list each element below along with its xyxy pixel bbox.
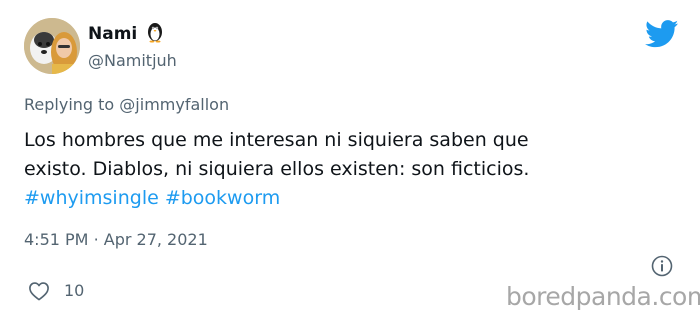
display-name[interactable]: Nami — [88, 24, 137, 44]
replying-to: Replying to @jimmyfallon — [24, 95, 229, 114]
reply-mention-link[interactable]: @jimmyfallon — [119, 95, 229, 114]
timestamp-separator: · — [93, 230, 99, 249]
tweet-text: Los hombres que me interesan ni siquiera… — [24, 126, 664, 213]
replying-to-label: Replying to — [24, 95, 115, 114]
tweet-hashtags: #whyimsingle #bookworm — [24, 184, 664, 213]
info-icon[interactable] — [651, 255, 673, 277]
tweet-text-line-2: existo. Diablos, ni siquiera ellos exist… — [24, 158, 530, 180]
tweet-time: 4:51 PM — [24, 230, 89, 249]
tweet-timestamp[interactable]: 4:51 PM · Apr 27, 2021 — [24, 230, 208, 249]
penguin-emoji-icon — [148, 23, 162, 43]
heart-icon[interactable] — [28, 281, 50, 301]
like-count: 10 — [64, 281, 85, 300]
hashtag-link[interactable]: #bookworm — [165, 187, 280, 209]
hashtag-link[interactable]: #whyimsingle — [24, 187, 159, 209]
user-handle[interactable]: @Namitjuh — [88, 51, 177, 70]
tweet-text-line-1: Los hombres que me interesan ni siquiera… — [24, 129, 529, 151]
twitter-bird-icon[interactable] — [645, 20, 679, 48]
avatar-image — [24, 18, 80, 74]
boredpanda-watermark: boredpanda.com — [506, 282, 700, 311]
avatar[interactable] — [24, 18, 80, 74]
tweet-date: Apr 27, 2021 — [103, 230, 208, 249]
